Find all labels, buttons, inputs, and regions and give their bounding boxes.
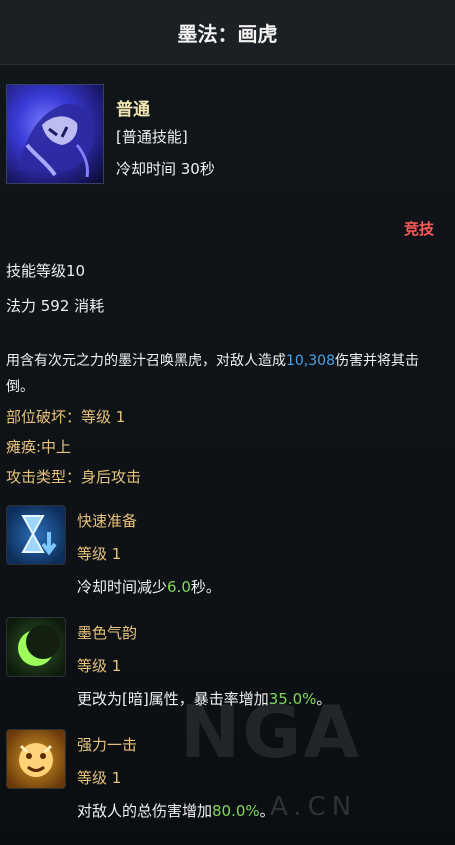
rune-3-level: 等级 1: [77, 769, 122, 787]
rune-3-name: 强力一击: [77, 736, 138, 754]
tiger-icon: [17, 103, 96, 178]
watermark-url: A.CN: [270, 792, 358, 822]
mana-cost: 法力 592 消耗: [6, 297, 105, 315]
skill-title: 墨法：画虎: [177, 21, 278, 46]
rune-1-effect-text: 冷却时间减少: [77, 578, 168, 596]
part-break: 部位破坏：等级 1: [6, 408, 126, 426]
rune-1-level: 等级 1: [77, 545, 122, 563]
skill-cooldown: 冷却时间 30秒: [116, 160, 215, 178]
attack-type: 攻击类型：身后攻击: [6, 468, 142, 486]
rune-1-value: 6.0: [167, 578, 191, 596]
watermark-logo: NGA: [180, 690, 362, 774]
rune-3-value: 80.0%: [212, 802, 260, 820]
beast-face-icon: [6, 729, 66, 789]
rune-1-effect: 冷却时间减少6.0秒。: [77, 576, 221, 597]
tooltip-header: 墨法：画虎: [0, 0, 455, 65]
rune-3-effect: 对敌人的总伤害增加80.0%。: [77, 800, 275, 821]
skill-level: 技能等级10: [6, 262, 86, 280]
skill-grade: 普通: [116, 100, 150, 120]
rune-1-name: 快速准备: [77, 512, 138, 530]
skill-description: 用含有次元之力的墨汁召唤黑虎，对敌人造成10,308伤害并将其击倒。: [6, 348, 446, 400]
tiger-skill-icon: [6, 84, 104, 184]
skill-type: [普通技能]: [116, 128, 188, 146]
skill-tooltip-panel: 墨法：画虎 普通 [普通技能] 冷却时间 30秒 竞技 技能等级10 法力 59…: [0, 0, 455, 845]
rune-2-name: 墨色气韵: [77, 624, 138, 642]
rune-3-effect-text: 对敌人的总伤害增加: [77, 802, 213, 820]
rune-2-level: 等级 1: [77, 657, 122, 675]
rune-1-effect-tail: 秒。: [190, 578, 221, 596]
mode-badge: 竞技: [403, 220, 434, 238]
hourglass-icon: [6, 505, 66, 565]
description-text: 用含有次元之力的墨汁召唤黑虎，对敌人造成: [6, 353, 286, 369]
crescent-moon-icon: [6, 617, 66, 677]
damage-value: 10,308: [286, 353, 335, 369]
paralysis: 瘫痪:中上: [6, 438, 72, 456]
